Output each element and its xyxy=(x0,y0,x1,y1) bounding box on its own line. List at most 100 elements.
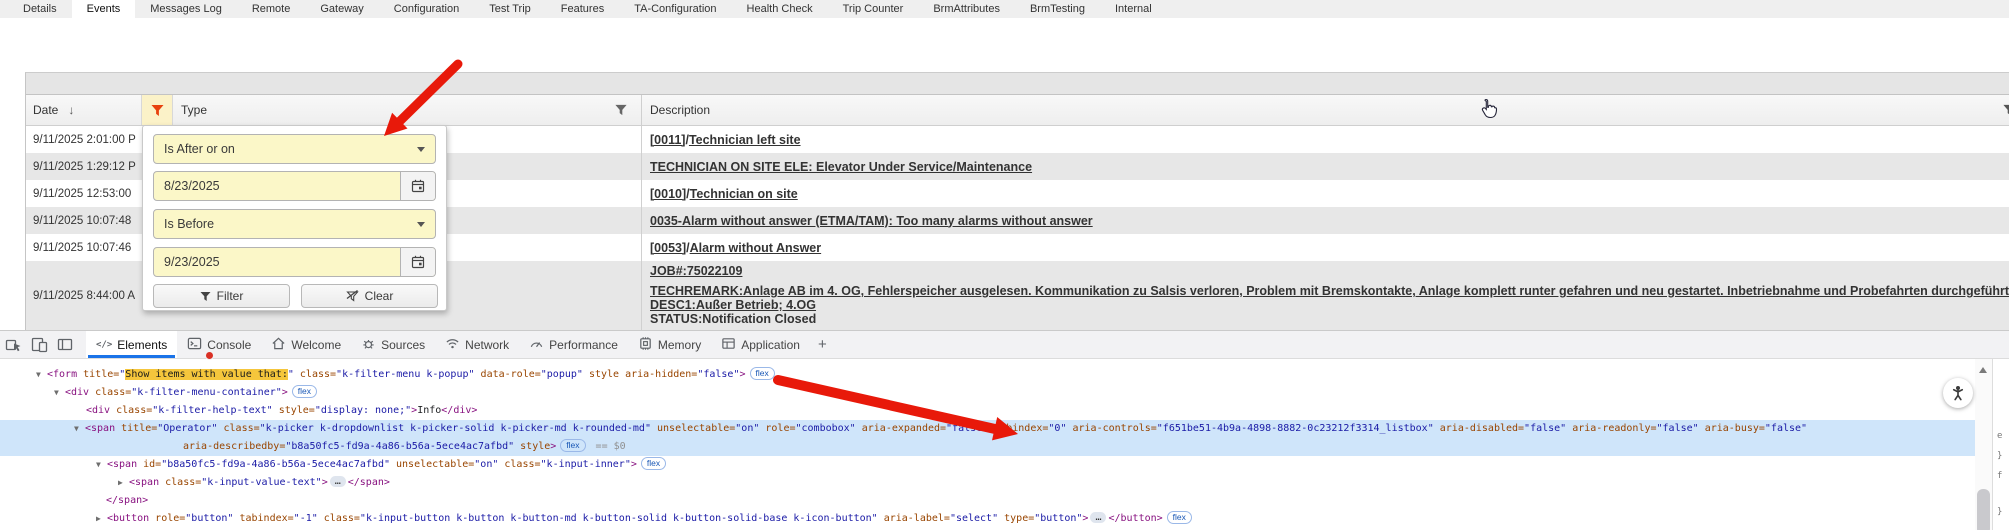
dom-node[interactable]: ▼<form title="Show items with value that… xyxy=(0,366,1975,384)
description-link[interactable]: TECHREMARK:Anlage AB im 4. OG, Fehlerspe… xyxy=(650,284,2009,298)
dom-node[interactable]: ▼<span id="b8a50fc5-fd9a-4a86-b56a-5ece4… xyxy=(0,456,1975,474)
code-token: unselectable= xyxy=(651,423,735,434)
sources-icon xyxy=(361,336,376,354)
app-tab-ta-configuration[interactable]: TA-Configuration xyxy=(619,0,731,18)
app-tab-test-trip[interactable]: Test Trip xyxy=(474,0,546,18)
devtools-tab-console[interactable]: Console xyxy=(177,331,261,358)
code-token: "k-filter-help-text" xyxy=(152,405,272,416)
devtools-tab-application[interactable]: Application xyxy=(711,331,810,358)
operator2-dropdown[interactable]: Is Before xyxy=(153,209,436,239)
app-tab-configuration[interactable]: Configuration xyxy=(379,0,474,18)
filter-funnel-icon xyxy=(200,291,211,302)
calendar-button[interactable] xyxy=(400,172,435,200)
accessibility-floating-button[interactable] xyxy=(1943,378,1973,408)
code-token: "0" xyxy=(1048,423,1066,434)
dom-node[interactable]: <div class="k-filter-help-text" style="d… xyxy=(0,402,1975,420)
description-link[interactable]: JOB#:75022109 xyxy=(650,264,742,278)
scroll-up-arrow-icon[interactable] xyxy=(1979,367,1987,373)
devtools-tab-memory[interactable]: Memory xyxy=(628,331,711,358)
column-header-type[interactable]: Type xyxy=(173,95,207,125)
code-token: style= xyxy=(273,405,315,416)
date1-input[interactable]: 8/23/2025 xyxy=(153,171,436,201)
code-token: "k-input-button k-button k-button-md k-b… xyxy=(360,513,878,524)
dom-node-selected[interactable]: ▼<span title="Operator" class="k-picker … xyxy=(0,420,1975,438)
devtools-tab-elements[interactable]: </>Elements xyxy=(86,331,177,358)
more-tabs-button[interactable]: + xyxy=(810,331,835,358)
calendar-button[interactable] xyxy=(400,248,435,276)
disclosure-arrow-icon[interactable]: ▼ xyxy=(36,366,47,384)
code-token: > xyxy=(631,459,637,470)
device-emulation-button[interactable] xyxy=(26,331,52,358)
disclosure-arrow-icon[interactable]: ▼ xyxy=(74,420,85,438)
app-tab-health-check[interactable]: Health Check xyxy=(732,0,828,18)
panel-layout-button[interactable] xyxy=(52,331,78,358)
date-filter-button[interactable] xyxy=(141,95,173,125)
dom-node[interactable]: </span> xyxy=(0,492,1975,510)
description-link[interactable]: Technician left site xyxy=(689,133,801,147)
code-token: title= xyxy=(77,369,119,380)
column-header-date[interactable]: Date↓ xyxy=(26,95,141,125)
expand-ellipsis-button[interactable]: … xyxy=(330,476,346,487)
flex-badge[interactable]: flex xyxy=(560,439,585,452)
app-tab-trip-counter[interactable]: Trip Counter xyxy=(828,0,919,18)
calendar-icon xyxy=(411,179,425,193)
description-link[interactable]: DESC1:Außer Betrieb; 4.OG xyxy=(650,298,816,312)
devtools-tab-label: Network xyxy=(465,338,509,352)
filter-funnel-icon xyxy=(2002,103,2009,117)
inspect-element-button[interactable] xyxy=(0,331,26,358)
description-filter-button[interactable] xyxy=(2002,103,2009,120)
devtools-tab-sources[interactable]: Sources xyxy=(351,331,435,358)
devtools-tab-performance[interactable]: Performance xyxy=(519,331,628,358)
app-tab-brmtesting[interactable]: BrmTesting xyxy=(1015,0,1100,18)
app-tab-internal[interactable]: Internal xyxy=(1100,0,1167,18)
dom-node[interactable]: ▶<button role="button" tabindex="-1" cla… xyxy=(0,510,1975,528)
app-tab-remote[interactable]: Remote xyxy=(237,0,306,18)
code-token: style xyxy=(514,441,550,452)
app-tab-messages-log[interactable]: Messages Log xyxy=(135,0,237,18)
styles-pane-sliver: e}f} xyxy=(1992,359,2009,530)
code-token: </button> xyxy=(1108,513,1162,524)
description-code-link[interactable]: [0010] xyxy=(650,187,686,201)
styles-pane-fragment: e xyxy=(1997,431,2002,441)
code-token: "false" xyxy=(697,369,739,380)
description-link[interactable]: Technician on site xyxy=(690,187,798,201)
code-token: > xyxy=(282,387,288,398)
description-link[interactable]: 0035-Alarm without answer (ETMA/TAM): To… xyxy=(650,214,1093,228)
description-code-link[interactable]: [0053] xyxy=(650,241,686,255)
operator1-dropdown[interactable]: Is After or on xyxy=(153,134,436,164)
scrollbar-thumb[interactable] xyxy=(1977,489,1990,530)
expand-ellipsis-button[interactable]: … xyxy=(1090,512,1106,523)
column-header-description[interactable]: Description xyxy=(641,95,2009,125)
dom-node[interactable]: ▶<span class="k-input-value-text">…</spa… xyxy=(0,474,1975,492)
dom-node[interactable]: ▼<div class="k-filter-menu-container">fl… xyxy=(0,384,1975,402)
app-tab-gateway[interactable]: Gateway xyxy=(305,0,378,18)
date2-input[interactable]: 9/23/2025 xyxy=(153,247,436,277)
code-token: aria-disabled= xyxy=(1434,423,1524,434)
app-tab-details[interactable]: Details xyxy=(8,0,72,18)
app-tab-events[interactable]: Events xyxy=(72,0,136,18)
disclosure-arrow-icon[interactable]: ▼ xyxy=(96,456,107,474)
code-token: aria-busy= xyxy=(1699,423,1765,434)
flex-badge[interactable]: flex xyxy=(641,457,666,470)
devtools-tab-network[interactable]: Network xyxy=(435,331,519,358)
flex-badge[interactable]: flex xyxy=(750,367,775,380)
flex-badge[interactable]: flex xyxy=(1167,511,1192,524)
operator1-value: Is After or on xyxy=(164,142,235,156)
dom-node-selected[interactable]: aria-describedby="b8a50fc5-fd9a-4a86-b56… xyxy=(0,438,1975,456)
disclosure-arrow-icon[interactable]: ▶ xyxy=(118,474,129,492)
disclosure-arrow-icon[interactable]: ▶ xyxy=(96,510,107,528)
elements-tree[interactable]: ▼<form title="Show items with value that… xyxy=(0,359,1975,530)
filter-clear-button[interactable]: Clear xyxy=(301,284,438,308)
devtools-tab-welcome[interactable]: Welcome xyxy=(261,331,351,358)
app-tab-brmattributes[interactable]: BrmAttributes xyxy=(918,0,1015,18)
description-link[interactable]: Alarm without Answer xyxy=(690,241,822,255)
type-filter-button[interactable] xyxy=(614,103,628,120)
disclosure-arrow-icon[interactable]: ▼ xyxy=(54,384,65,402)
flex-badge[interactable]: flex xyxy=(292,385,317,398)
app-tab-features[interactable]: Features xyxy=(546,0,619,18)
code-token: "false" xyxy=(1657,423,1699,434)
filter-submit-button[interactable]: Filter xyxy=(153,284,290,308)
description-code-link[interactable]: [0011] xyxy=(650,133,685,147)
devtools-scrollbar[interactable] xyxy=(1975,359,1992,530)
description-link[interactable]: TECHNICIAN ON SITE ELE: Elevator Under S… xyxy=(650,160,1032,174)
